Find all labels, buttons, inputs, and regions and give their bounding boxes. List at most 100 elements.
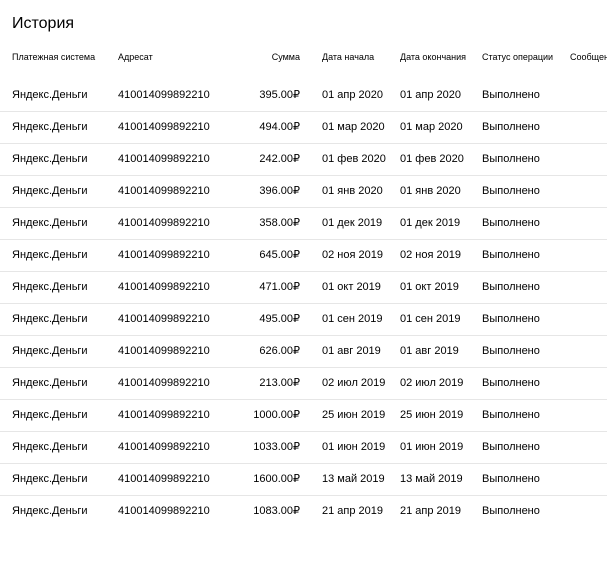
table-row: Яндекс.Деньги 410014099892210 358.00₽ 01 де… <box>0 207 607 240</box>
cell-status: Выполнено <box>478 80 566 112</box>
cell-end-date: 01 июн 2019 <box>396 431 478 464</box>
page-title: История <box>12 15 75 32</box>
cell-status: Выполнено <box>478 271 566 304</box>
cell-status: Выполнено <box>478 431 566 464</box>
cell-sum: 494.00₽ <box>230 111 318 144</box>
cell-system: Яндекс.Деньги <box>0 431 114 464</box>
cell-system: Яндекс.Деньги <box>0 80 114 112</box>
cell-sum: 626.00₽ <box>230 335 318 368</box>
cell-recipient: 410014099892210 <box>114 207 230 240</box>
cell-start-date: 01 апр 2020 <box>318 80 396 112</box>
cell-message <box>566 463 607 496</box>
cell-end-date: 01 дек 2019 <box>396 207 478 240</box>
cell-message <box>566 239 607 272</box>
cell-system: Яндекс.Деньги <box>0 463 114 496</box>
cell-recipient: 410014099892210 <box>114 239 230 272</box>
table-row: Яндекс.Деньги 410014099892210 471.00₽ 01 ок… <box>0 271 607 304</box>
cell-system: Яндекс.Деньги <box>0 143 114 176</box>
cell-recipient: 410014099892210 <box>114 431 230 464</box>
cell-recipient: 410014099892210 <box>114 175 230 208</box>
cell-system: Яндекс.Деньги <box>0 367 114 400</box>
cell-start-date: 01 мар 2020 <box>318 111 396 144</box>
cell-message <box>566 207 607 240</box>
cell-start-date: 01 сен 2019 <box>318 303 396 336</box>
cell-start-date: 02 ноя 2019 <box>318 239 396 272</box>
cell-sum: 242.00₽ <box>230 143 318 176</box>
table-row: Яндекс.Деньги 410014099892210 1600.00₽ 13 м… <box>0 463 607 496</box>
cell-system: Яндекс.Деньги <box>0 207 114 240</box>
cell-sum: 495.00₽ <box>230 303 318 336</box>
cell-start-date: 02 июл 2019 <box>318 367 396 400</box>
cell-message <box>566 175 607 208</box>
cell-recipient: 410014099892210 <box>114 271 230 304</box>
cell-end-date: 01 окт 2019 <box>396 271 478 304</box>
cell-sum: 645.00₽ <box>230 239 318 272</box>
cell-system: Яндекс.Деньги <box>0 271 114 304</box>
table-row: Яндекс.Деньги 410014099892210 213.00₽ 02 ию… <box>0 367 607 400</box>
cell-recipient: 410014099892210 <box>114 463 230 496</box>
cell-sum: 1600.00₽ <box>230 463 318 496</box>
cell-system: Яндекс.Деньги <box>0 175 114 208</box>
cell-system: Яндекс.Деньги <box>0 335 114 368</box>
table-row: Яндекс.Деньги 410014099892210 495.00₽ 01 се… <box>0 303 607 336</box>
cell-start-date: 01 фев 2020 <box>318 143 396 176</box>
cell-end-date: 01 мар 2020 <box>396 111 478 144</box>
cell-message <box>566 431 607 464</box>
cell-sum: 396.00₽ <box>230 175 318 208</box>
cell-recipient: 410014099892210 <box>114 111 230 144</box>
cell-status: Выполнено <box>478 143 566 176</box>
cell-message <box>566 80 607 112</box>
cell-status: Выполнено <box>478 399 566 432</box>
cell-end-date: 01 сен 2019 <box>396 303 478 336</box>
cell-message <box>566 271 607 304</box>
cell-start-date: 21 апр 2019 <box>322 505 384 517</box>
cell-sum: 471.00₽ <box>230 271 318 304</box>
column-header-recipient: Адресат <box>118 52 153 62</box>
cell-end-date: 01 апр 2020 <box>396 80 478 112</box>
cell-sum: 1000.00₽ <box>230 399 318 432</box>
cell-start-date: 01 янв 2020 <box>318 175 396 208</box>
cell-status: Выполнено <box>478 367 566 400</box>
cell-start-date: 01 авг 2019 <box>318 335 396 368</box>
cell-status: Выполнено <box>478 111 566 144</box>
cell-status: Выполнено <box>478 175 566 208</box>
table-row: Яндекс.Деньги 410014099892210 1033.00₽ 01 и… <box>0 431 607 464</box>
cell-message <box>566 399 607 432</box>
history-table: Платежная система Адресат Сумма Дата нач… <box>0 46 607 527</box>
table-row: Яндекс.Деньги 410014099892210 395.00₽ 01 ап… <box>0 80 607 112</box>
cell-status: Выполнено <box>478 463 566 496</box>
cell-end-date: 02 июл 2019 <box>396 367 478 400</box>
cell-message <box>566 143 607 176</box>
cell-end-date: 01 авг 2019 <box>396 335 478 368</box>
cell-system: Яндекс.Деньги <box>0 111 114 144</box>
cell-system: Яндекс.Деньги <box>0 239 114 272</box>
table-row: Яндекс.Деньги 410014099892210 626.00₽ 01 ав… <box>0 335 607 368</box>
cell-message <box>566 335 607 368</box>
cell-message <box>566 303 607 336</box>
cell-recipient: 410014099892210 <box>114 143 230 176</box>
cell-start-date: 01 дек 2019 <box>318 207 396 240</box>
cell-start-date: 25 июн 2019 <box>318 399 396 432</box>
cell-recipient: 410014099892210 <box>114 367 230 400</box>
cell-sum: 395.00₽ <box>230 80 318 112</box>
cell-recipient: 410014099892210 <box>114 335 230 368</box>
cell-message <box>566 496 607 528</box>
column-header-start-date: Дата начала <box>322 52 375 62</box>
cell-start-date: 01 окт 2019 <box>318 271 396 304</box>
cell-end-date: 01 фев 2020 <box>396 143 478 176</box>
column-header-system: Платежная система <box>12 52 96 62</box>
cell-message <box>566 111 607 144</box>
table-row: Яндекс.Деньги 410014099892210 242.00₽ 01 фе… <box>0 143 607 176</box>
table-row: Яндекс.Деньги 410014099892210 396.00₽ 01 ян… <box>0 175 607 208</box>
table-row: Яндекс.Деньги 410014099892210 494.00₽ 01 ма… <box>0 111 607 144</box>
cell-recipient: 410014099892210 <box>114 399 230 432</box>
cell-recipient: 410014099892210 <box>114 303 230 336</box>
cell-recipient: 410014099892210 <box>118 505 210 517</box>
cell-end-date: 21 апр 2019 <box>400 505 462 517</box>
cell-status: Выполнено <box>482 505 540 517</box>
cell-start-date: 13 май 2019 <box>318 463 396 496</box>
cell-sum: 1033.00₽ <box>230 431 318 464</box>
cell-sum: 1083.00₽ <box>253 505 300 517</box>
cell-status: Выполнено <box>478 207 566 240</box>
column-header-message: Сообщение <box>570 52 607 62</box>
